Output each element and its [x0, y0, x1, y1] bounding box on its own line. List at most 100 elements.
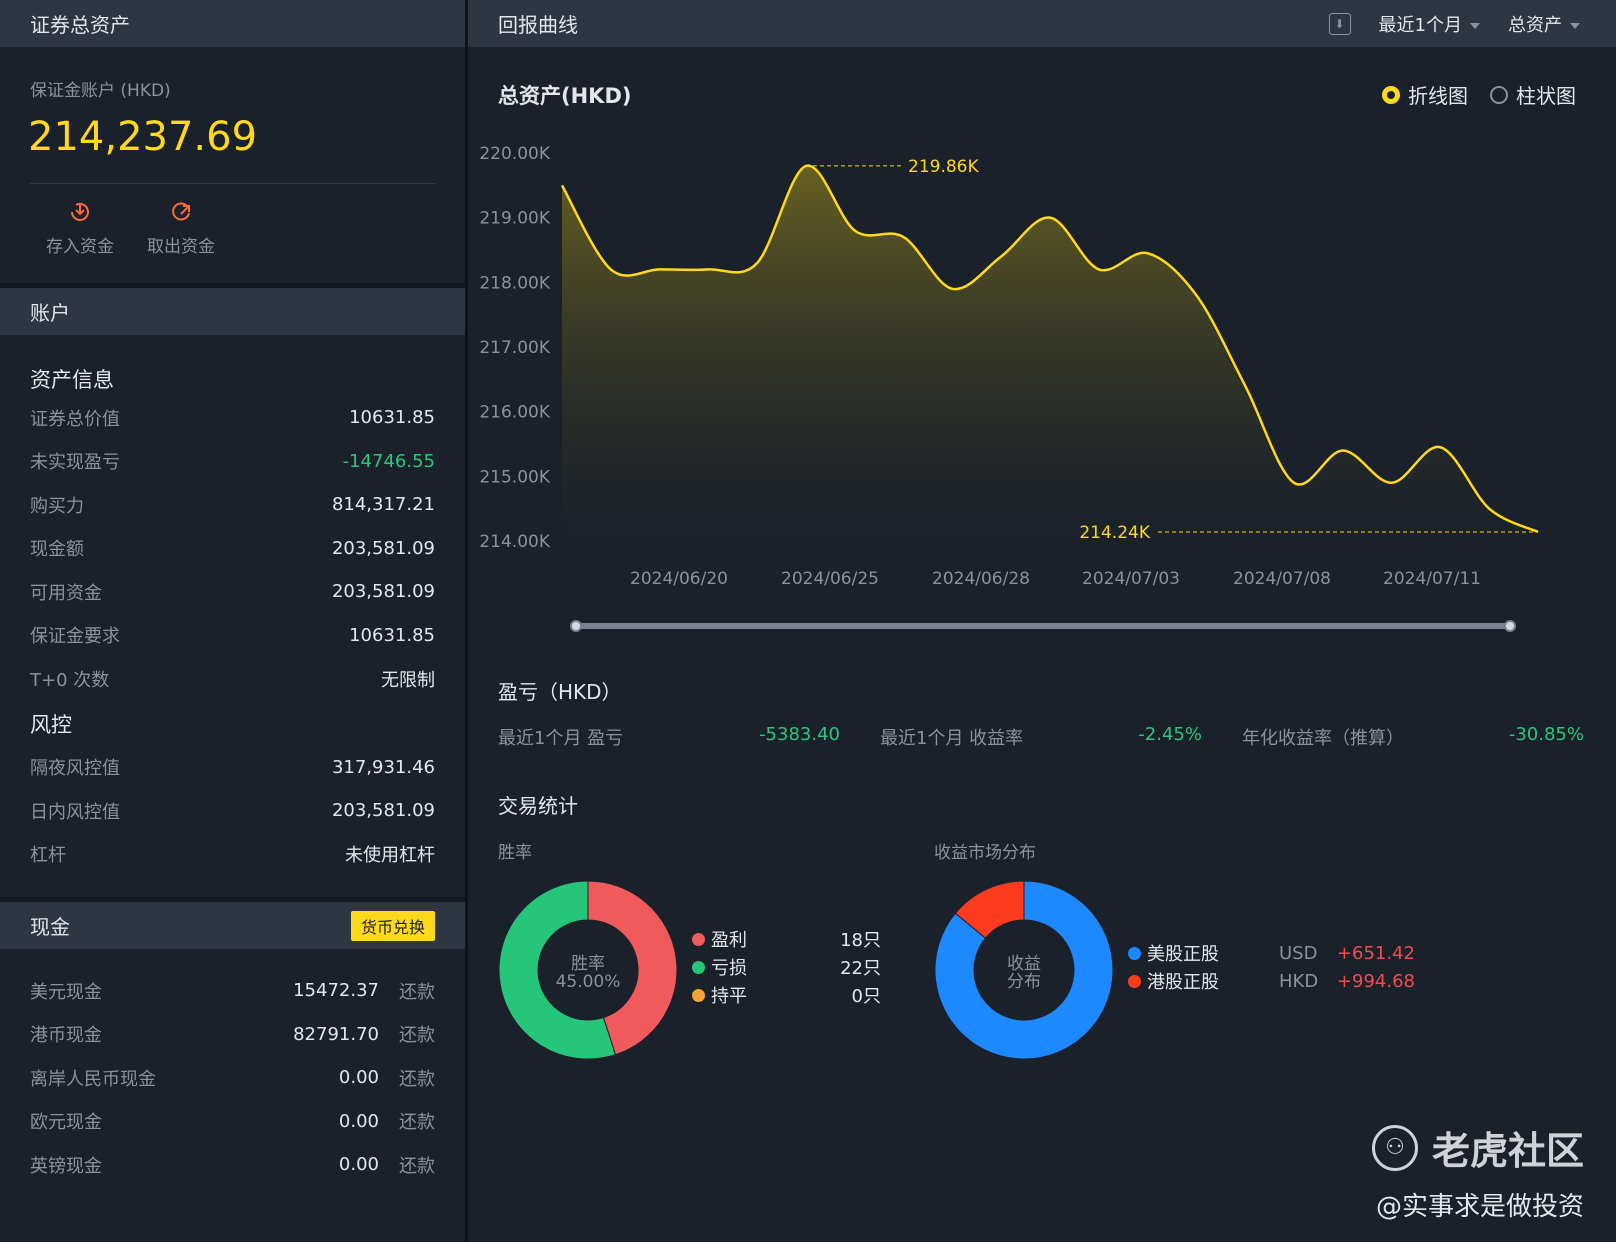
cash-list: 美元现金 15472.37 还款 港币现金 82791.70 还款 离岸人民币现金 0.00 还…: [0, 969, 465, 1187]
min-value-label: 214.24K: [1079, 523, 1150, 543]
range-slider-track[interactable]: [576, 623, 1510, 629]
pl-item: 最近1个月 盈亏 -5383.40: [498, 724, 860, 750]
legend-item: 盈利 18只: [692, 925, 881, 953]
info-row: 杠杆 未使用杠杆: [0, 833, 465, 877]
y-tick-label: 218.00K: [479, 273, 550, 293]
asset-info: 资产信息 证券总价值 10631.85 未实现盈亏 -14746.55 购买力 814,3…: [0, 364, 465, 876]
x-tick-label: 2024/07/03: [1082, 569, 1180, 589]
info-row: 购买力 814,317.21: [0, 483, 465, 527]
watermark-brand-text: 老虎社区: [1431, 1129, 1584, 1173]
legend-dot-icon: [692, 988, 705, 1002]
cash-section-header: 现金 货币兑换: [0, 902, 465, 949]
account-section-title: 账户: [30, 301, 70, 325]
cash-row: 欧元现金 0.00 还款: [0, 1100, 465, 1144]
repay-link[interactable]: 还款: [399, 1065, 435, 1091]
withdraw-label: 取出资金: [147, 237, 215, 257]
pl-label: 最近1个月 盈亏: [498, 728, 624, 749]
info-row: 证券总价值 10631.85: [0, 396, 465, 440]
repay-link[interactable]: 还款: [399, 978, 435, 1004]
pl-value: -2.45%: [1138, 724, 1202, 745]
watermark-user: @实事求是做投资: [1375, 1192, 1584, 1222]
info-value: 203,581.09: [331, 581, 435, 603]
return-curve-panel: 回报曲线 ⬇ 最近1个月 总资产 总资产(HKD) 折线图 柱状图 220.00…: [468, 0, 1616, 1242]
cash-value: 82791.70: [293, 1023, 379, 1045]
pl-value: -5383.40: [759, 724, 840, 745]
market-legend: 美股正股 USD +651.42 港股正股 HKD +994.68: [1128, 939, 1415, 995]
legend-item: 亏损 22只: [692, 953, 881, 981]
info-value: 10631.85: [349, 407, 435, 429]
legend-label: 美股正股: [1147, 944, 1219, 965]
legend-dot-icon: [692, 932, 705, 946]
trade-stats-title: 交易统计: [498, 794, 578, 818]
asset-info-title: 资产信息: [30, 368, 114, 392]
account-type-label: 保证金账户 (HKD): [30, 81, 171, 101]
info-label: 日内风控值: [30, 801, 120, 823]
account-section-header: 账户: [0, 288, 465, 335]
info-value: 203,581.09: [331, 800, 435, 822]
cash-row: 港币现金 82791.70 还款: [0, 1013, 465, 1057]
winrate-center: 胜率 45.00%: [498, 955, 678, 991]
withdraw-button[interactable]: 取出资金: [141, 198, 221, 257]
y-tick-label: 216.00K: [479, 403, 550, 423]
legend-count: 22只: [840, 958, 881, 979]
series-area: [562, 165, 1538, 541]
info-label: 保证金要求: [30, 626, 120, 648]
y-tick-label: 220.00K: [479, 144, 550, 164]
max-value-label: 219.86K: [908, 157, 979, 177]
cash-label: 欧元现金: [30, 1112, 102, 1134]
winrate-title: 胜率: [498, 843, 532, 863]
x-tick-label: 2024/06/20: [630, 569, 728, 589]
withdraw-icon: [172, 202, 190, 221]
legend-count: 18只: [840, 930, 881, 951]
pl-item: 最近1个月 收益率 -2.45%: [860, 724, 1222, 750]
repay-link[interactable]: 还款: [399, 1021, 435, 1047]
cash-row: 英镑现金 0.00 还款: [0, 1143, 465, 1187]
info-row: 现金额 203,581.09: [0, 527, 465, 571]
market-center: 收益 分布: [934, 955, 1114, 991]
x-tick-label: 2024/07/08: [1233, 569, 1331, 589]
market-center-line2: 分布: [1007, 972, 1041, 992]
total-assets-value: 214,237.69: [28, 114, 258, 160]
cash-label: 离岸人民币现金: [30, 1068, 156, 1090]
x-tick-label: 2024/07/11: [1383, 569, 1481, 589]
info-value: 无限制: [381, 669, 435, 691]
cash-label: 美元现金: [30, 981, 102, 1003]
info-value: 203,581.09: [331, 537, 435, 559]
cash-row: 美元现金 15472.37 还款: [0, 969, 465, 1013]
info-row: T+0 次数 无限制: [0, 657, 465, 701]
info-row: 日内风控值 203,581.09: [0, 789, 465, 833]
info-label: 可用资金: [30, 582, 102, 604]
info-row: 可用资金 203,581.09: [0, 570, 465, 614]
total-assets-line-chart: 220.00K 219.00K 218.00K 217.00K 216.00K 215.0…: [479, 144, 1539, 589]
legend-item: 港股正股 HKD +994.68: [1128, 967, 1415, 995]
winrate-center-value: 45.00%: [555, 972, 621, 992]
watermark-brand: ⚇ 老虎社区: [1371, 1120, 1584, 1175]
repay-link[interactable]: 还款: [399, 1108, 435, 1134]
legend-dot-icon: [1128, 946, 1141, 960]
divider: [30, 183, 436, 184]
legend-count: 0只: [851, 986, 881, 1007]
legend-currency: USD: [1279, 942, 1318, 964]
winrate-center-label: 胜率: [571, 954, 605, 974]
pl-title: 盈亏（HKD）: [498, 680, 622, 704]
deposit-button[interactable]: 存入资金: [40, 198, 120, 257]
market-distribution-title: 收益市场分布: [934, 843, 1036, 863]
risk-title: 风控: [30, 713, 72, 737]
legend-item: 持平 0只: [692, 981, 881, 1009]
legend-label: 亏损: [711, 958, 747, 979]
legend-amount: +651.42: [1336, 942, 1415, 964]
y-tick-label: 217.00K: [479, 338, 550, 358]
repay-link[interactable]: 还款: [399, 1152, 435, 1178]
info-label: 隔夜风控值: [30, 758, 120, 780]
cash-section-title: 现金: [30, 915, 70, 939]
pl-summary: 最近1个月 盈亏 -5383.40 最近1个月 收益率 -2.45% 年化收益率（推…: [498, 724, 1585, 750]
legend-label: 港股正股: [1147, 972, 1219, 993]
range-slider-start-handle[interactable]: [570, 620, 582, 632]
info-value: 814,317.21: [331, 494, 435, 516]
currency-exchange-button[interactable]: 货币兑换: [350, 910, 435, 941]
range-slider-end-handle[interactable]: [1504, 620, 1516, 632]
securities-total-assets-header: 证券总资产: [0, 0, 465, 47]
legend-item: 美股正股 USD +651.42: [1128, 939, 1415, 967]
info-row: 未实现盈亏 -14746.55: [0, 440, 465, 484]
pl-value: -30.85%: [1508, 724, 1584, 745]
